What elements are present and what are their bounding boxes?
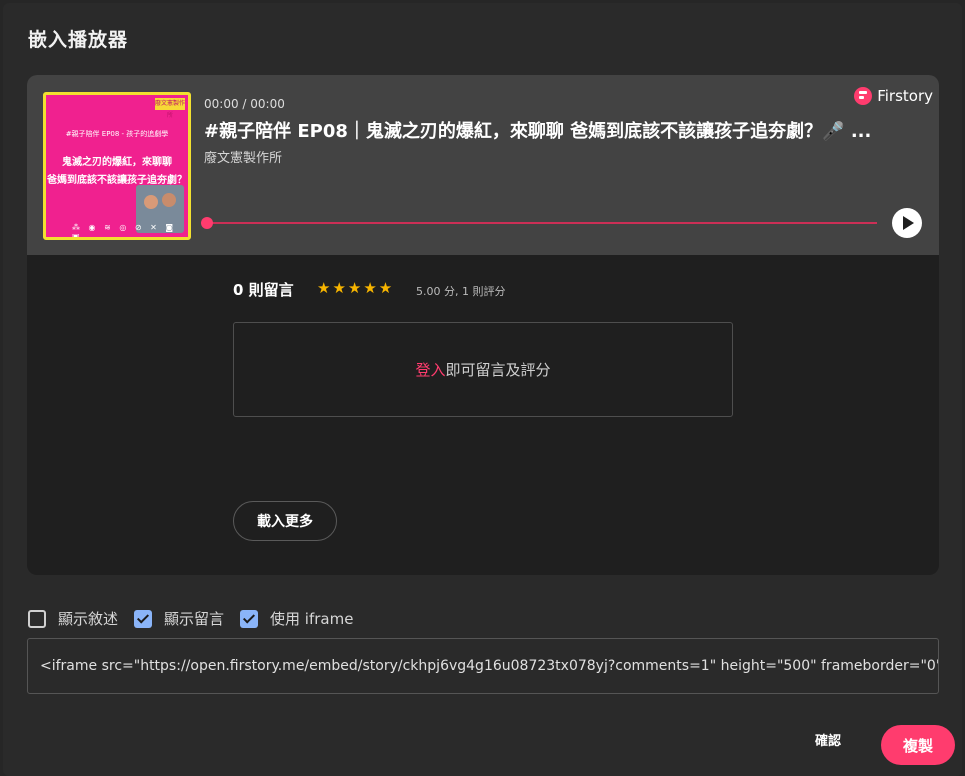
cover-line-2: 爸媽到底該不該讓孩子追夯劇？ bbox=[47, 175, 187, 186]
embed-options: 顯示敘述 顯示留言 使用 iframe bbox=[28, 608, 369, 629]
embed-code-field[interactable]: <iframe src="https://open.firstory.me/em… bbox=[27, 638, 939, 694]
comment-login-box: 登入 即可留言及評分 bbox=[233, 322, 733, 417]
episode-title[interactable]: #親子陪伴 EP08｜鬼滅之刃的爆紅，來聊聊 爸媽到底該不該讓孩子追夯劇？🎤 .… bbox=[204, 117, 929, 143]
podcast-author[interactable]: 廢文憲製作所 bbox=[204, 147, 282, 166]
progress-handle[interactable] bbox=[201, 217, 213, 229]
cover-badge: 廢文憲製作所 bbox=[155, 98, 186, 119]
option-show-description[interactable]: 顯示敘述 bbox=[28, 608, 118, 629]
load-more-button[interactable]: 載入更多 bbox=[233, 501, 337, 541]
cover-episode: #親子陪伴 EP08 - 孩子的追劇學 bbox=[65, 130, 169, 138]
show-description-checkbox[interactable] bbox=[28, 609, 46, 628]
option-label: 使用 iframe bbox=[270, 610, 354, 628]
dialog-title: 嵌入播放器 bbox=[28, 29, 129, 51]
option-label: 顯示敘述 bbox=[58, 610, 119, 628]
option-use-iframe[interactable]: 使用 iframe bbox=[240, 608, 353, 629]
platform-icons: ⁂ ◉ ≋ ◎ ⊘ ✕ ◙ ▣ bbox=[72, 223, 177, 240]
login-hint: 即可留言及評分 bbox=[445, 361, 551, 379]
use-iframe-checkbox[interactable] bbox=[240, 609, 259, 628]
rating-summary: 5.00 分, 1 則評分 bbox=[416, 285, 506, 298]
option-show-comments[interactable]: 顯示留言 bbox=[134, 608, 224, 629]
firstory-brand[interactable]: Firstory bbox=[854, 87, 933, 105]
player-preview: 廢文憲製作所 #親子陪伴 EP08 - 孩子的追劇學 鬼滅之刃的爆紅，來聊聊 爸… bbox=[27, 75, 939, 575]
firstory-logo-icon bbox=[854, 87, 873, 105]
rating-stars: ★★★★★ bbox=[317, 279, 395, 297]
playback-time: 00:00 / 00:00 bbox=[204, 97, 285, 111]
login-link[interactable]: 登入 bbox=[415, 359, 445, 380]
progress-bar[interactable] bbox=[207, 222, 877, 224]
player-header: 廢文憲製作所 #親子陪伴 EP08 - 孩子的追劇學 鬼滅之刃的爆紅，來聊聊 爸… bbox=[27, 75, 939, 255]
brand-name: Firstory bbox=[877, 87, 933, 105]
option-label: 顯示留言 bbox=[164, 610, 225, 628]
embed-player-dialog: 嵌入播放器 廢文憲製作所 #親子陪伴 EP08 - 孩子的追劇學 鬼滅之刃的爆紅… bbox=[3, 3, 962, 776]
play-button[interactable] bbox=[892, 208, 922, 238]
cover-line-1: 鬼滅之刃的爆紅，來聊聊 bbox=[62, 157, 172, 168]
episode-cover: 廢文憲製作所 #親子陪伴 EP08 - 孩子的追劇學 鬼滅之刃的爆紅，來聊聊 爸… bbox=[43, 92, 191, 240]
show-comments-checkbox[interactable] bbox=[134, 609, 153, 628]
copy-button[interactable]: 複製 bbox=[881, 725, 955, 765]
comments-count: 0 則留言 bbox=[233, 281, 294, 299]
confirm-button[interactable]: 確認 bbox=[815, 730, 841, 749]
